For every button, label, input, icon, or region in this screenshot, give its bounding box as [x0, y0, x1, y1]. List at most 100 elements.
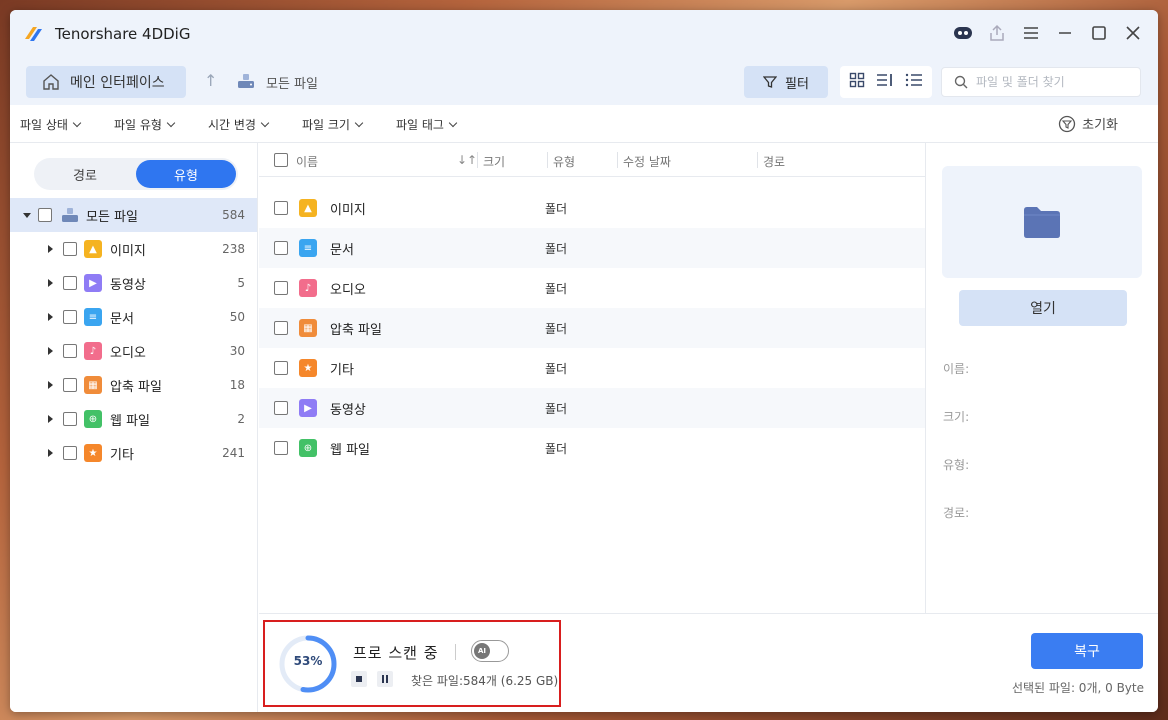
- row-type: 폴더: [545, 281, 568, 296]
- row-name: 동영상: [330, 402, 366, 418]
- filter-file-tag[interactable]: 파일 태그: [396, 116, 458, 133]
- expand-arrow-icon[interactable]: [48, 347, 53, 355]
- detail-panel: 열기 이름: 크기: 유형: 경로:: [925, 143, 1158, 613]
- tree-item[interactable]: ▦ 압축 파일 18: [10, 368, 257, 402]
- tree-item[interactable]: ▲ 이미지 238: [10, 232, 257, 266]
- checkbox[interactable]: [63, 310, 77, 324]
- row-checkbox[interactable]: [274, 201, 288, 215]
- table-row[interactable]: ★ 기타 폴더: [259, 348, 925, 388]
- expand-arrow-icon[interactable]: [48, 449, 53, 457]
- home-button[interactable]: 메인 인터페이스: [26, 66, 186, 98]
- row-type: 폴더: [545, 321, 568, 336]
- table-row[interactable]: ▶ 동영상 폴더: [259, 388, 925, 428]
- expand-arrow-icon[interactable]: [48, 245, 53, 253]
- filter-label: 파일 유형: [114, 118, 162, 132]
- grid-view-icon[interactable]: [849, 72, 865, 92]
- chevron-down-icon: [166, 118, 176, 127]
- pause-button[interactable]: [377, 671, 393, 687]
- column-size[interactable]: 크기: [483, 153, 505, 170]
- filter-file-type[interactable]: 파일 유형: [114, 116, 176, 133]
- expand-arrow-icon[interactable]: [48, 415, 53, 423]
- row-type: 폴더: [545, 401, 568, 416]
- folder-icon: [1024, 207, 1060, 238]
- tree-item-count: 584: [222, 208, 245, 222]
- checkbox[interactable]: [63, 378, 77, 392]
- chevron-down-icon: [448, 118, 458, 127]
- column-divider: [617, 152, 618, 168]
- row-name: 문서: [330, 242, 354, 258]
- checkbox[interactable]: [63, 412, 77, 426]
- column-path[interactable]: 경로: [763, 153, 785, 170]
- expand-arrow-icon[interactable]: [48, 279, 53, 287]
- menu-icon[interactable]: [1020, 22, 1042, 44]
- tree-item-label: 기타: [110, 447, 134, 463]
- tree-item[interactable]: ♪ 오디오 30: [10, 334, 257, 368]
- assistant-bot-icon[interactable]: [952, 22, 974, 44]
- tree-item-all-files[interactable]: 모든 파일 584: [10, 198, 257, 232]
- reset-button[interactable]: 초기화: [1058, 114, 1118, 133]
- maximize-icon[interactable]: [1088, 22, 1110, 44]
- row-checkbox[interactable]: [274, 241, 288, 255]
- table-row[interactable]: ▦ 압축 파일 폴더: [259, 308, 925, 348]
- detail-path-label: 경로:: [943, 506, 970, 520]
- row-type: 폴더: [545, 201, 568, 216]
- bottom-bar: 53% 프로 스캔 중 AI 찾은 파일:584개 (6.25 GB) 복구 선…: [259, 613, 1158, 712]
- row-type: 폴더: [545, 241, 568, 256]
- tree-item[interactable]: ★ 기타 241: [10, 436, 257, 470]
- filter-button[interactable]: 필터: [744, 66, 828, 98]
- expand-arrow-icon[interactable]: [48, 313, 53, 321]
- tree-item-label: 모든 파일: [86, 209, 138, 225]
- row-checkbox[interactable]: [274, 281, 288, 295]
- title-bar: Tenorshare 4DDiG: [10, 10, 1158, 58]
- tree-item[interactable]: ▶ 동영상 5: [10, 266, 257, 300]
- filter-time-changed[interactable]: 시간 변경: [208, 116, 270, 133]
- checkbox[interactable]: [63, 446, 77, 460]
- table-row[interactable]: ♪ 오디오 폴더: [259, 268, 925, 308]
- row-checkbox[interactable]: [274, 401, 288, 415]
- column-type[interactable]: 유형: [553, 153, 575, 170]
- sort-icon[interactable]: ↓↑: [457, 153, 477, 167]
- checkbox[interactable]: [63, 242, 77, 256]
- detail-size-label: 크기:: [943, 410, 970, 424]
- share-icon[interactable]: [986, 22, 1008, 44]
- row-checkbox[interactable]: [274, 441, 288, 455]
- checkbox[interactable]: [63, 344, 77, 358]
- column-modified[interactable]: 수정 날짜: [623, 153, 671, 170]
- scan-title: 프로 스캔 중: [353, 644, 439, 662]
- app-title: Tenorshare 4DDiG: [55, 25, 191, 43]
- row-checkbox[interactable]: [274, 321, 288, 335]
- detail-view-icon[interactable]: [876, 72, 894, 92]
- minimize-icon[interactable]: [1054, 22, 1076, 44]
- list-view-icon[interactable]: [905, 72, 923, 92]
- table-row[interactable]: ▲ 이미지 폴더: [259, 188, 925, 228]
- column-name[interactable]: 이름: [296, 153, 318, 170]
- up-arrow-icon[interactable]: ↑: [204, 71, 217, 90]
- checkbox[interactable]: [38, 208, 52, 222]
- filter-label: 파일 상태: [20, 118, 68, 132]
- recover-button[interactable]: 복구: [1031, 633, 1143, 669]
- collapse-arrow-icon[interactable]: [23, 212, 31, 218]
- tree-item[interactable]: ≡ 문서 50: [10, 300, 257, 334]
- filter-file-status[interactable]: 파일 상태: [20, 116, 82, 133]
- close-icon[interactable]: [1122, 22, 1144, 44]
- segment-path[interactable]: 경로: [34, 158, 136, 190]
- breadcrumb[interactable]: 모든 파일: [266, 73, 318, 92]
- open-button[interactable]: 열기: [959, 290, 1127, 326]
- tree-item-label: 문서: [110, 311, 134, 327]
- checkbox[interactable]: [63, 276, 77, 290]
- file-list: 이름 ↓↑ 크기 유형 수정 날짜 경로 ▲ 이미지 폴더 ≡ 문서 폴더 ♪ 오디오 폴더 ▦ 압…: [259, 143, 925, 613]
- segment-type[interactable]: 유형: [136, 160, 236, 188]
- tree-item[interactable]: ⊕ 웹 파일 2: [10, 402, 257, 436]
- filter-file-size[interactable]: 파일 크기: [302, 116, 364, 133]
- select-all-checkbox[interactable]: [274, 153, 288, 167]
- expand-arrow-icon[interactable]: [48, 381, 53, 389]
- video-icon: ▶: [84, 274, 102, 292]
- search-input[interactable]: [976, 75, 1136, 89]
- row-checkbox[interactable]: [274, 361, 288, 375]
- stop-button[interactable]: [351, 671, 367, 687]
- table-row[interactable]: ⊕ 웹 파일 폴더: [259, 428, 925, 468]
- table-row[interactable]: ≡ 문서 폴더: [259, 228, 925, 268]
- tree-item-label: 이미지: [110, 243, 146, 259]
- filter-button-label: 필터: [785, 76, 809, 92]
- ai-toggle[interactable]: AI: [471, 640, 509, 662]
